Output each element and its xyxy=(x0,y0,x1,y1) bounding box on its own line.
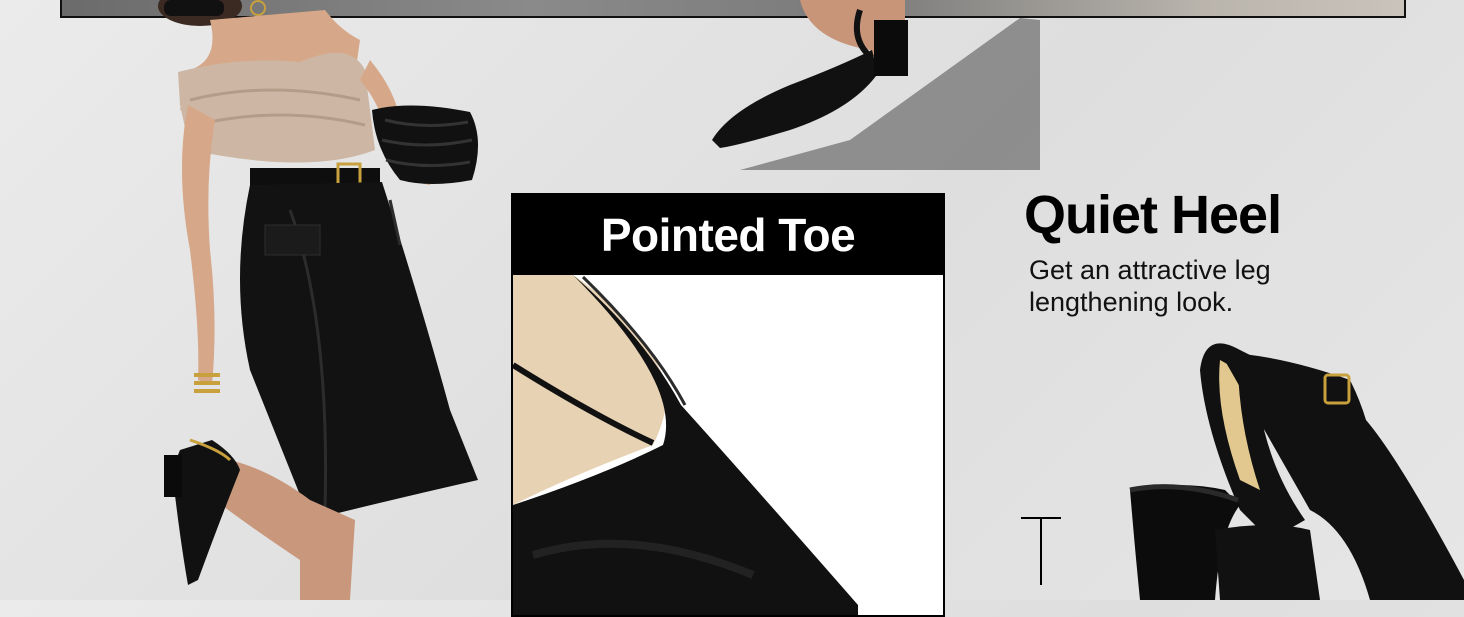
side-shoe-photo xyxy=(1129,343,1464,600)
pointed-toe-title: Pointed Toe xyxy=(600,209,856,261)
hero-shoe-photo xyxy=(712,0,1040,170)
model-photo xyxy=(158,0,479,600)
pointed-toe-header: Pointed Toe xyxy=(513,195,943,275)
quiet-heel-heading: Quiet Heel xyxy=(1024,185,1282,245)
toe-closeup-photo xyxy=(513,275,943,615)
pointed-toe-card: Pointed Toe xyxy=(511,193,945,617)
heel-height-icon xyxy=(1021,517,1061,585)
quiet-heel-description: Get an attractive leg lengthening look. xyxy=(1029,255,1271,317)
